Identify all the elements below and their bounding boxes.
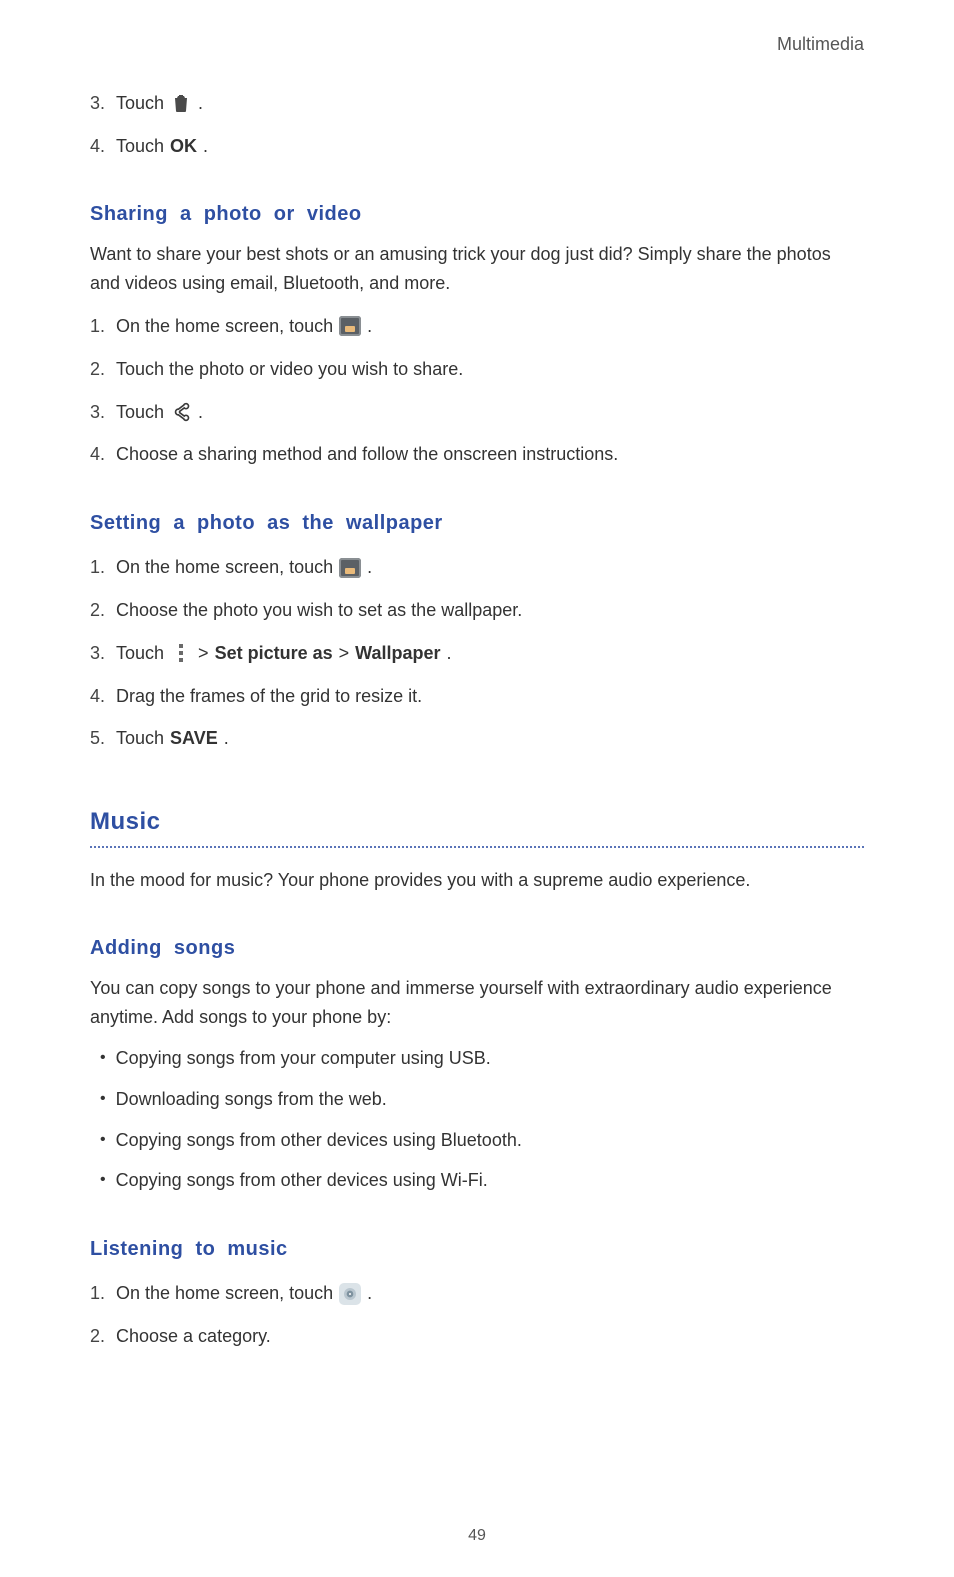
step-item: 2. Choose a category. bbox=[90, 1322, 864, 1351]
step-text: . bbox=[367, 1279, 372, 1308]
step-item: 3. Touch > Set picture as > Wallpaper . bbox=[90, 639, 864, 668]
step-item: 5. Touch SAVE . bbox=[90, 724, 864, 753]
step-item: 2. Choose the photo you wish to set as t… bbox=[90, 596, 864, 625]
list-text: Copying songs from your computer using U… bbox=[116, 1044, 491, 1073]
paragraph: Want to share your best shots or an amus… bbox=[90, 240, 864, 298]
gallery-icon bbox=[339, 558, 361, 578]
bullet-icon: • bbox=[100, 1044, 106, 1073]
step-text: Touch bbox=[116, 724, 164, 753]
step-text: Choose a category. bbox=[116, 1322, 271, 1351]
step-bold: OK bbox=[170, 132, 197, 161]
step-marker: 4. bbox=[90, 440, 110, 469]
list-text: Downloading songs from the web. bbox=[116, 1085, 387, 1114]
list-item: • Copying songs from other devices using… bbox=[100, 1166, 864, 1195]
section-heading-music: Music bbox=[90, 803, 864, 841]
step-text: . bbox=[446, 639, 451, 668]
step-text: Choose the photo you wish to set as the … bbox=[116, 596, 522, 625]
step-marker: 2. bbox=[90, 355, 110, 384]
subheading-listening: Listening to music bbox=[90, 1233, 864, 1265]
bullet-icon: • bbox=[100, 1166, 106, 1195]
step-text: Touch bbox=[116, 132, 164, 161]
step-marker: 3. bbox=[90, 89, 110, 118]
step-item: 1. On the home screen, touch . bbox=[90, 312, 864, 341]
step-marker: 3. bbox=[90, 639, 110, 668]
step-text: Drag the frames of the grid to resize it… bbox=[116, 682, 422, 711]
step-item: 4. Choose a sharing method and follow th… bbox=[90, 440, 864, 469]
step-item: 2. Touch the photo or video you wish to … bbox=[90, 355, 864, 384]
document-page: Multimedia 3. Touch . 4. Touch OK . Shar… bbox=[0, 0, 954, 1577]
step-marker: 4. bbox=[90, 132, 110, 161]
step-item: 4. Drag the frames of the grid to resize… bbox=[90, 682, 864, 711]
step-text: Choose a sharing method and follow the o… bbox=[116, 440, 618, 469]
step-bold: Set picture as bbox=[215, 639, 333, 668]
step-text: . bbox=[224, 724, 229, 753]
step-text: Touch bbox=[116, 398, 164, 427]
list-item: • Copying songs from other devices using… bbox=[100, 1126, 864, 1155]
paragraph: You can copy songs to your phone and imm… bbox=[90, 974, 864, 1032]
step-marker: 2. bbox=[90, 596, 110, 625]
step-marker: 4. bbox=[90, 682, 110, 711]
step-list-sharing: 1. On the home screen, touch . 2. Touch … bbox=[90, 312, 864, 469]
step-marker: 1. bbox=[90, 553, 110, 582]
step-item: 3. Touch . bbox=[90, 398, 864, 427]
list-text: Copying songs from other devices using B… bbox=[116, 1126, 522, 1155]
step-text: On the home screen, touch bbox=[116, 1279, 333, 1308]
share-icon bbox=[170, 401, 192, 423]
gallery-icon bbox=[339, 316, 361, 336]
page-number: 49 bbox=[0, 1523, 954, 1549]
trash-icon bbox=[170, 92, 192, 114]
step-list-wallpaper: 1. On the home screen, touch . 2. Choose… bbox=[90, 553, 864, 753]
bullet-list: • Copying songs from your computer using… bbox=[90, 1044, 864, 1195]
step-text: Touch bbox=[116, 89, 164, 118]
step-marker: 2. bbox=[90, 1322, 110, 1351]
step-text: > bbox=[339, 639, 350, 668]
step-marker: 1. bbox=[90, 1279, 110, 1308]
step-text: . bbox=[203, 132, 208, 161]
list-text: Copying songs from other devices using W… bbox=[116, 1166, 488, 1195]
step-bold: SAVE bbox=[170, 724, 218, 753]
step-bold: Wallpaper bbox=[355, 639, 440, 668]
paragraph: In the mood for music? Your phone provid… bbox=[90, 866, 864, 895]
step-item: 4. Touch OK . bbox=[90, 132, 864, 161]
music-app-icon bbox=[339, 1283, 361, 1305]
step-list-top: 3. Touch . 4. Touch OK . bbox=[90, 89, 864, 161]
bullet-icon: • bbox=[100, 1126, 106, 1155]
running-head: Multimedia bbox=[90, 30, 864, 59]
step-text: . bbox=[198, 398, 203, 427]
step-list-listening: 1. On the home screen, touch . 2. Choose… bbox=[90, 1279, 864, 1351]
step-text: . bbox=[198, 89, 203, 118]
step-item: 1. On the home screen, touch . bbox=[90, 1279, 864, 1308]
step-text: > bbox=[198, 639, 209, 668]
step-text: . bbox=[367, 312, 372, 341]
step-text: Touch bbox=[116, 639, 164, 668]
subheading-adding-songs: Adding songs bbox=[90, 932, 864, 964]
step-item: 3. Touch . bbox=[90, 89, 864, 118]
step-marker: 1. bbox=[90, 312, 110, 341]
section-divider bbox=[90, 846, 864, 848]
step-text: Touch the photo or video you wish to sha… bbox=[116, 355, 463, 384]
subheading-sharing: Sharing a photo or video bbox=[90, 198, 864, 230]
step-text: On the home screen, touch bbox=[116, 553, 333, 582]
bullet-icon: • bbox=[100, 1085, 106, 1114]
more-vertical-icon bbox=[170, 642, 192, 664]
list-item: • Downloading songs from the web. bbox=[100, 1085, 864, 1114]
step-marker: 5. bbox=[90, 724, 110, 753]
step-marker: 3. bbox=[90, 398, 110, 427]
list-item: • Copying songs from your computer using… bbox=[100, 1044, 864, 1073]
step-text: On the home screen, touch bbox=[116, 312, 333, 341]
step-text: . bbox=[367, 553, 372, 582]
step-item: 1. On the home screen, touch . bbox=[90, 553, 864, 582]
subheading-wallpaper: Setting a photo as the wallpaper bbox=[90, 507, 864, 539]
